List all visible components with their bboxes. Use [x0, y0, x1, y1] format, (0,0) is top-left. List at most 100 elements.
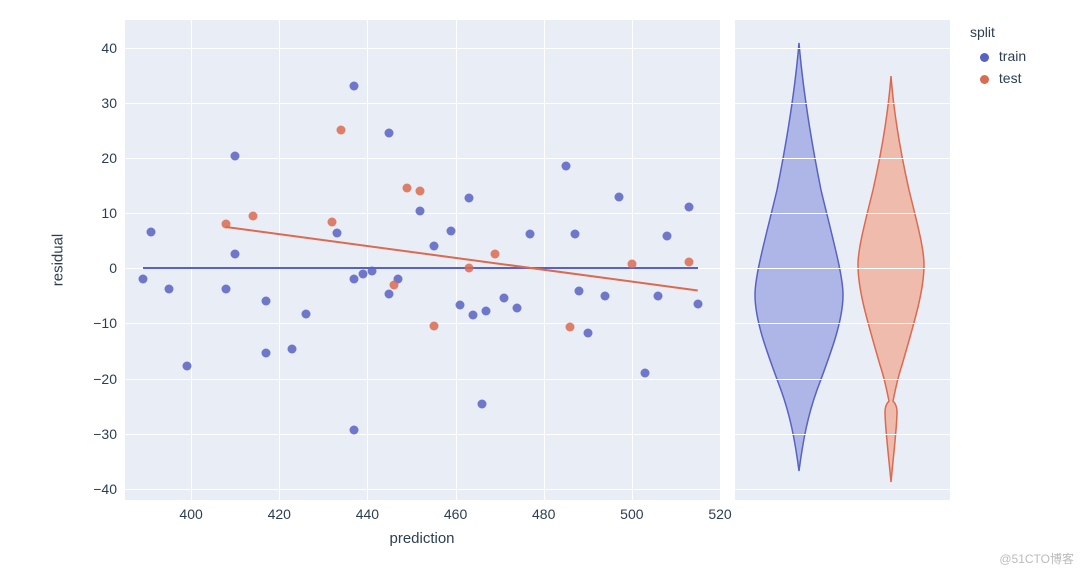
violin-plot-area — [735, 20, 950, 500]
scatter-point-train — [231, 250, 240, 259]
scatter-point-test — [416, 187, 425, 196]
grid-line-h — [125, 323, 720, 324]
y-tick-label: −10 — [87, 315, 117, 331]
x-tick-label: 440 — [356, 506, 379, 522]
scatter-point-train — [583, 329, 592, 338]
x-tick-label: 480 — [532, 506, 555, 522]
scatter-point-train — [301, 310, 310, 319]
y-tick-label: 10 — [87, 205, 117, 221]
scatter-point-train — [182, 362, 191, 371]
grid-line-v — [544, 20, 545, 500]
grid-line-h — [125, 158, 720, 159]
scatter-point-train — [416, 207, 425, 216]
scatter-point-test — [222, 219, 231, 228]
x-tick-label: 400 — [179, 506, 202, 522]
scatter-point-train — [455, 301, 464, 310]
scatter-point-test — [328, 217, 337, 226]
grid-line-v — [191, 20, 192, 500]
y-tick-label: −40 — [87, 481, 117, 497]
legend-label-train: train — [999, 48, 1026, 64]
y-axis-label: residual — [50, 234, 67, 287]
grid-line-h — [125, 103, 720, 104]
grid-line-h — [125, 379, 720, 380]
scatter-point-train — [482, 307, 491, 316]
scatter-point-test — [429, 321, 438, 330]
scatter-point-train — [138, 275, 147, 284]
scatter-point-test — [566, 323, 575, 332]
violin-svg — [735, 20, 950, 500]
grid-line-h — [735, 158, 950, 159]
scatter-point-train — [350, 274, 359, 283]
scatter-point-train — [574, 287, 583, 296]
legend-item-test: test — [980, 70, 1021, 86]
scatter-point-train — [685, 203, 694, 212]
scatter-point-train — [526, 229, 535, 238]
scatter-point-train — [359, 269, 368, 278]
legend-title: split — [970, 24, 995, 40]
scatter-point-train — [614, 192, 623, 201]
scatter-point-train — [447, 226, 456, 235]
grid-line-h — [735, 48, 950, 49]
x-tick-label: 420 — [268, 506, 291, 522]
y-tick-label: 40 — [87, 40, 117, 56]
grid-line-h — [125, 489, 720, 490]
grid-line-h — [125, 434, 720, 435]
scatter-point-train — [601, 292, 610, 301]
figure: residual prediction split train test @51… — [0, 0, 1080, 571]
grid-line-h — [735, 489, 950, 490]
legend-item-train: train — [980, 48, 1026, 64]
scatter-point-train — [469, 310, 478, 319]
scatter-point-train — [663, 232, 672, 241]
x-axis-label: prediction — [389, 530, 454, 547]
x-tick-label: 500 — [620, 506, 643, 522]
scatter-point-train — [385, 128, 394, 137]
grid-line-h — [735, 323, 950, 324]
scatter-point-train — [367, 267, 376, 276]
scatter-point-train — [262, 297, 271, 306]
grid-line-h — [125, 48, 720, 49]
scatter-point-train — [478, 400, 487, 409]
scatter-point-train — [147, 228, 156, 237]
scatter-point-train — [222, 284, 231, 293]
violin-test — [858, 76, 924, 482]
scatter-point-test — [685, 257, 694, 266]
scatter-point-test — [389, 281, 398, 290]
scatter-point-train — [641, 369, 650, 378]
scatter-point-test — [464, 264, 473, 273]
scatter-point-train — [332, 228, 341, 237]
scatter-point-train — [262, 349, 271, 358]
grid-line-h — [735, 434, 950, 435]
scatter-point-train — [288, 344, 297, 353]
grid-line-h — [735, 213, 950, 214]
x-tick-label: 460 — [444, 506, 467, 522]
scatter-point-train — [570, 230, 579, 239]
scatter-point-test — [491, 249, 500, 258]
scatter-point-train — [464, 193, 473, 202]
scatter-point-train — [429, 242, 438, 251]
grid-line-v — [720, 20, 721, 500]
grid-line-h — [735, 268, 950, 269]
scatter-point-train — [385, 289, 394, 298]
scatter-point-test — [627, 259, 636, 268]
legend-dot-test — [980, 75, 989, 84]
grid-line-v — [367, 20, 368, 500]
scatter-point-train — [561, 162, 570, 171]
scatter-point-train — [513, 304, 522, 313]
y-tick-label: 30 — [87, 95, 117, 111]
scatter-point-train — [654, 291, 663, 300]
scatter-point-train — [231, 152, 240, 161]
scatter-point-test — [248, 212, 257, 221]
scatter-point-train — [165, 284, 174, 293]
scatter-point-train — [693, 300, 702, 309]
scatter-point-train — [350, 425, 359, 434]
grid-line-h — [735, 103, 950, 104]
violin-train — [755, 43, 843, 471]
x-tick-label: 520 — [708, 506, 731, 522]
y-tick-label: −20 — [87, 371, 117, 387]
grid-line-v — [279, 20, 280, 500]
y-tick-label: 20 — [87, 150, 117, 166]
scatter-point-train — [500, 293, 509, 302]
scatter-point-test — [336, 125, 345, 134]
y-tick-label: −30 — [87, 426, 117, 442]
watermark: @51CTO博客 — [999, 550, 1074, 567]
